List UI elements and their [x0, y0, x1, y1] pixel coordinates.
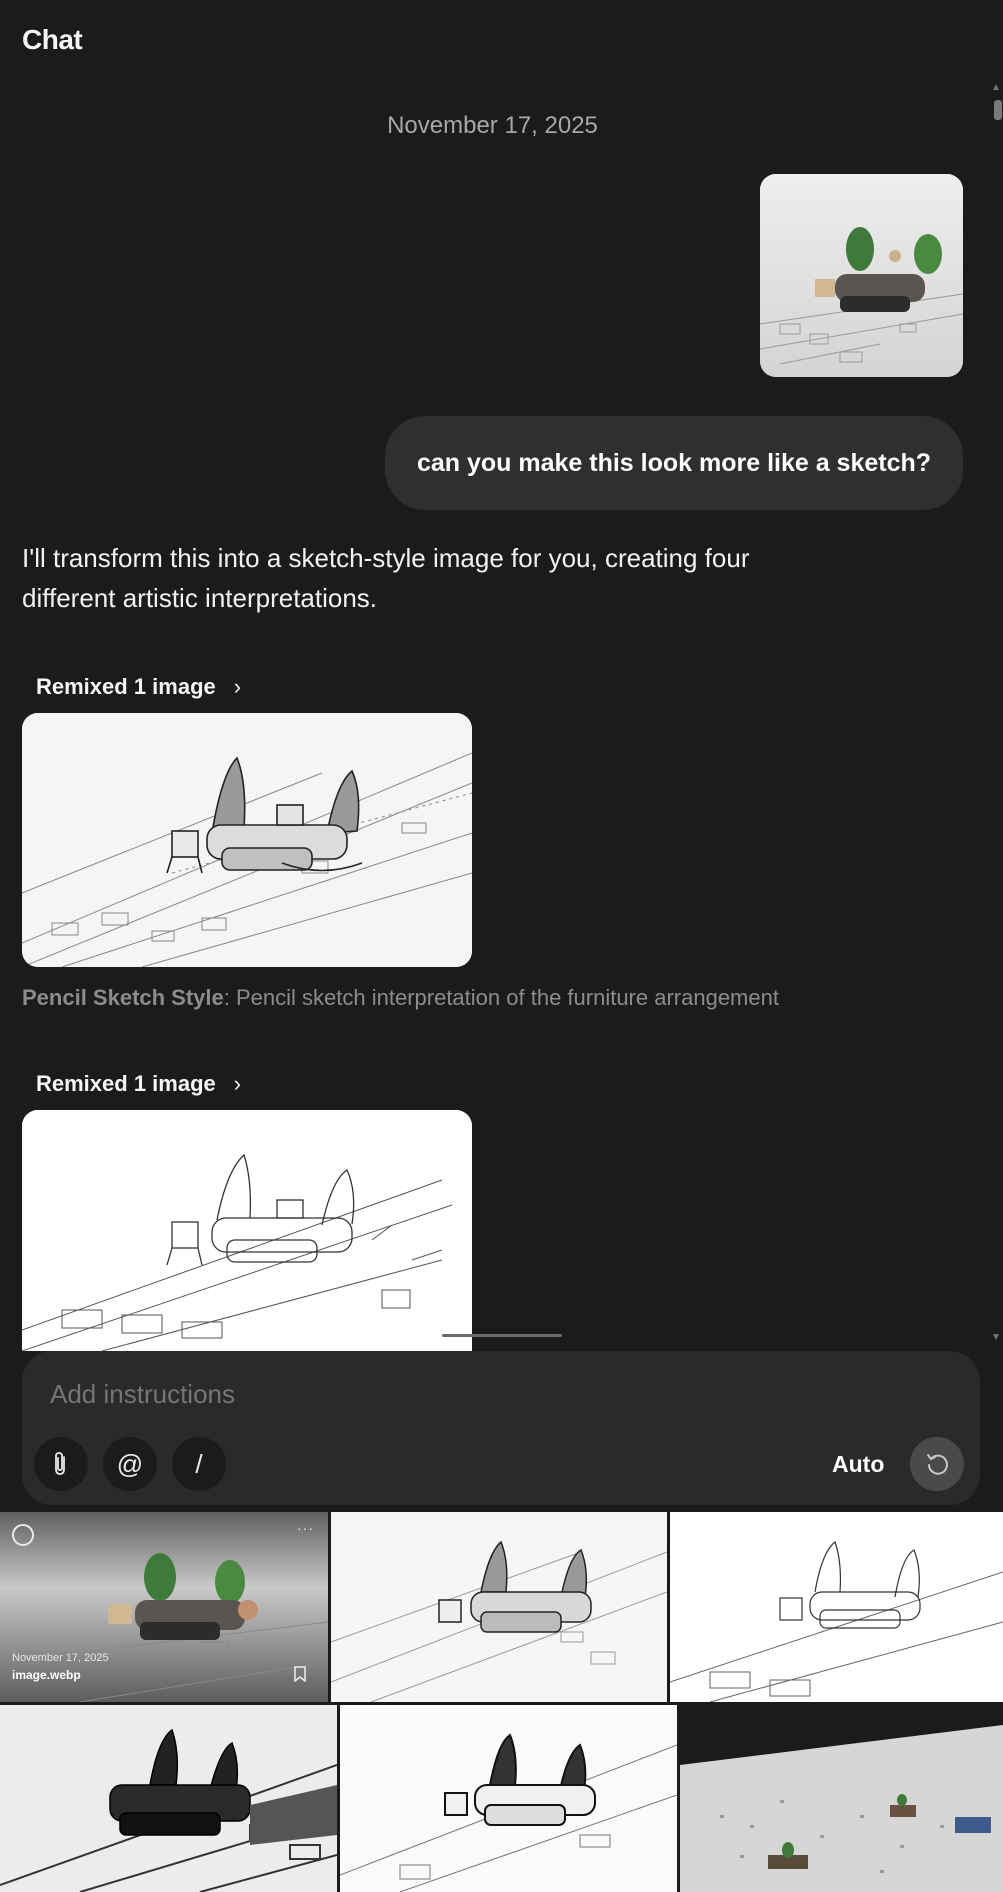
- gallery-thumb-original[interactable]: ··· November 17, 2025 image.webp: [0, 1512, 328, 1702]
- gallery-thumb-charcoal[interactable]: [0, 1705, 337, 1892]
- composer: @ / Auto: [22, 1351, 980, 1505]
- caption-text: Pencil sketch interpretation of the furn…: [229, 985, 779, 1010]
- mode-selector[interactable]: Auto: [832, 1451, 884, 1478]
- gallery-thumb-ink[interactable]: [340, 1705, 677, 1892]
- page-title: Chat: [22, 24, 83, 55]
- user-message-bubble: can you make this look more like a sketc…: [385, 416, 963, 510]
- remix-image-pencil-sketch[interactable]: [22, 713, 472, 967]
- attach-button[interactable]: [34, 1437, 88, 1491]
- refresh-button[interactable]: [910, 1437, 964, 1491]
- bookmark-icon[interactable]: [294, 1666, 306, 1682]
- thumb-filename: image.webp: [12, 1668, 81, 1682]
- image-caption: Pencil Sketch Style: Pencil sketch inter…: [22, 985, 779, 1011]
- gallery-thumb-aerial[interactable]: [680, 1705, 1003, 1892]
- user-uploaded-image[interactable]: [760, 174, 963, 377]
- scroll-up-icon[interactable]: ▲: [991, 82, 1001, 93]
- more-options-icon[interactable]: ···: [297, 1520, 314, 1536]
- remix-image-line-drawing[interactable]: [22, 1110, 472, 1351]
- remix-label: Remixed 1 image: [36, 674, 216, 699]
- remix-header-1[interactable]: Remixed 1 image ›: [36, 674, 241, 700]
- paperclip-icon: [55, 1452, 65, 1475]
- scrollbar[interactable]: [991, 80, 1003, 1350]
- mention-button[interactable]: @: [103, 1437, 157, 1491]
- date-separator: November 17, 2025: [387, 112, 598, 139]
- assistant-message: I'll transform this into a sketch-style …: [22, 543, 750, 613]
- gallery-thumb-line[interactable]: [670, 1512, 1003, 1702]
- command-button[interactable]: /: [172, 1437, 226, 1491]
- home-indicator: [442, 1334, 562, 1337]
- chevron-right-icon: ›: [233, 1071, 242, 1096]
- select-radio[interactable]: [12, 1524, 34, 1546]
- gallery-thumb-pencil[interactable]: [331, 1512, 667, 1702]
- chevron-right-icon: ›: [233, 674, 242, 699]
- image-gallery: ··· November 17, 2025 image.webp: [0, 1512, 1003, 1892]
- scroll-thumb[interactable]: [994, 100, 1002, 120]
- instructions-input[interactable]: [50, 1379, 750, 1410]
- scroll-down-icon[interactable]: ▼: [991, 1332, 1001, 1343]
- remix-header-2[interactable]: Remixed 1 image ›: [36, 1071, 241, 1097]
- thumb-date: November 17, 2025: [12, 1652, 109, 1664]
- caption-title: Pencil Sketch Style: [22, 985, 224, 1010]
- refresh-icon: [927, 1454, 948, 1475]
- remix-label: Remixed 1 image: [36, 1071, 216, 1096]
